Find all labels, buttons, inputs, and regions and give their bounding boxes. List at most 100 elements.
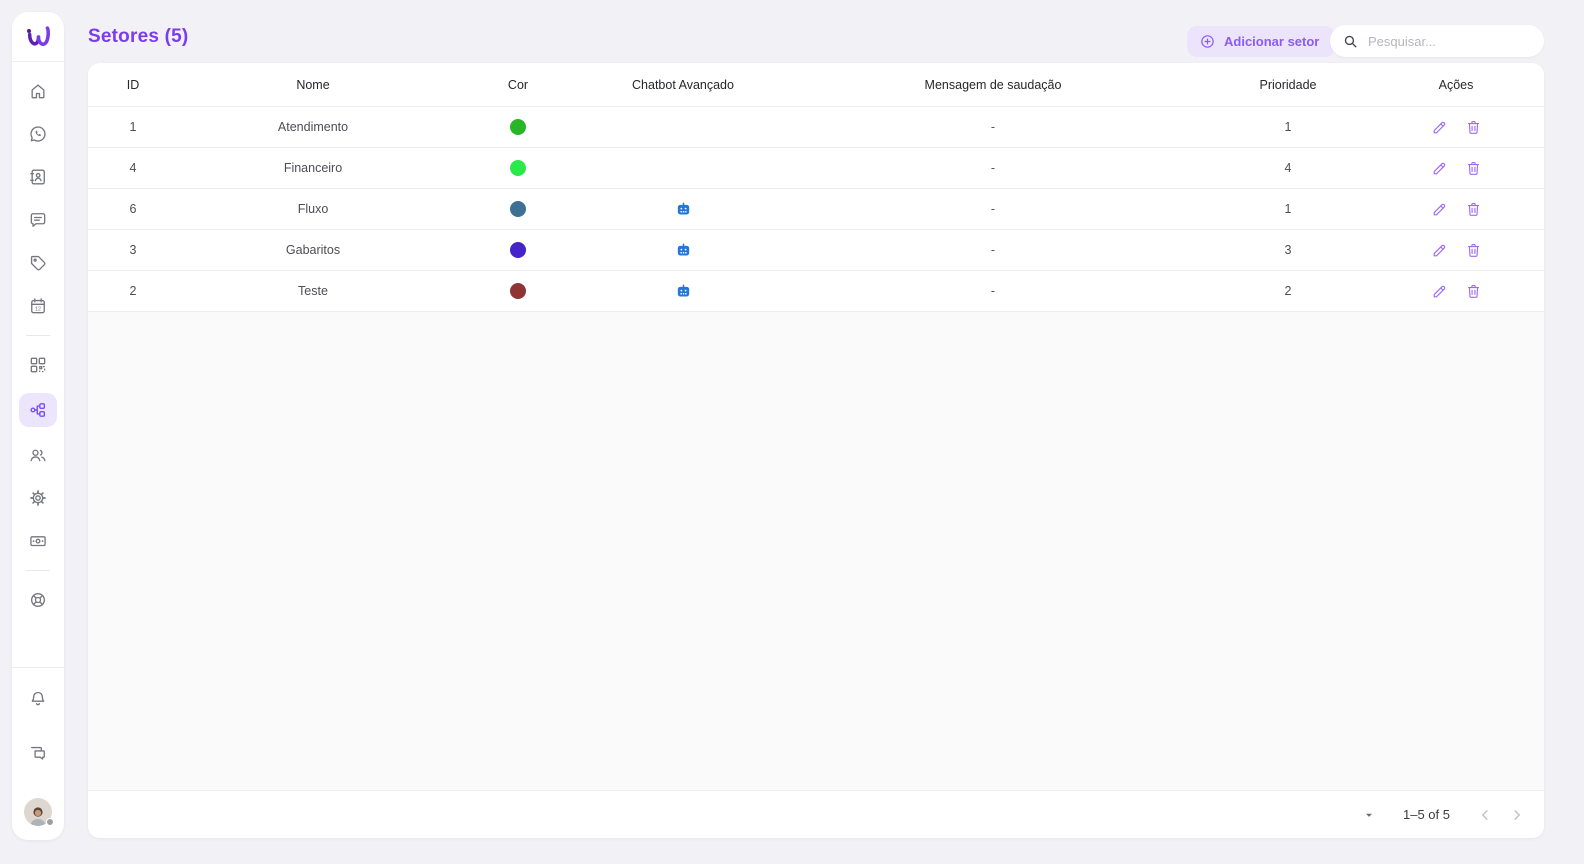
cell-prioridade: 2 bbox=[1208, 271, 1368, 311]
sidebar-item-support[interactable] bbox=[19, 585, 57, 615]
internal-chat-button[interactable] bbox=[19, 738, 57, 768]
sidebar-item-quick-replies[interactable] bbox=[19, 350, 57, 380]
color-dot bbox=[510, 283, 526, 299]
gear-icon bbox=[28, 488, 48, 508]
sidebar-divider bbox=[26, 335, 50, 336]
cell-id: 2 bbox=[88, 271, 178, 311]
sidebar-item-chats[interactable] bbox=[19, 205, 57, 235]
sidebar-item-settings[interactable] bbox=[19, 483, 57, 513]
brand-w-icon bbox=[23, 24, 53, 50]
cell-nome: Financeiro bbox=[178, 148, 448, 188]
cell-acoes bbox=[1368, 107, 1544, 147]
delete-button[interactable] bbox=[1463, 117, 1484, 138]
edit-button[interactable] bbox=[1429, 117, 1450, 138]
sidebar-item-home[interactable] bbox=[19, 76, 57, 106]
col-header-prioridade: Prioridade bbox=[1208, 63, 1368, 106]
qr-code-icon bbox=[28, 355, 48, 375]
cell-prioridade: 1 bbox=[1208, 107, 1368, 147]
cell-prioridade: 3 bbox=[1208, 230, 1368, 270]
edit-button[interactable] bbox=[1429, 240, 1450, 261]
sidebar-item-whatsapp[interactable] bbox=[19, 119, 57, 149]
cell-chatbot bbox=[588, 230, 778, 270]
robot-icon bbox=[675, 283, 692, 300]
cell-nome: Fluxo bbox=[178, 189, 448, 229]
col-header-chatbot: Chatbot Avançado bbox=[588, 63, 778, 106]
col-header-acoes: Ações bbox=[1368, 63, 1544, 106]
cell-cor bbox=[448, 148, 588, 188]
edit-button[interactable] bbox=[1429, 281, 1450, 302]
cell-cor bbox=[448, 230, 588, 270]
delete-button[interactable] bbox=[1463, 281, 1484, 302]
sidebar-item-contacts[interactable] bbox=[19, 162, 57, 192]
user-avatar[interactable] bbox=[24, 798, 52, 826]
page-title: Setores (5) bbox=[88, 26, 188, 48]
flow-hierarchy-icon bbox=[28, 400, 48, 420]
cell-cor bbox=[448, 189, 588, 229]
cell-prioridade: 4 bbox=[1208, 148, 1368, 188]
calendar-icon: 12 bbox=[28, 296, 48, 316]
cell-id: 6 bbox=[88, 189, 178, 229]
cell-cor bbox=[448, 107, 588, 147]
color-dot bbox=[510, 119, 526, 135]
table-row[interactable]: 2 Teste - 2 bbox=[88, 271, 1544, 312]
sidebar-item-users[interactable] bbox=[19, 440, 57, 470]
tag-icon bbox=[28, 253, 48, 273]
cell-id: 1 bbox=[88, 107, 178, 147]
home-icon bbox=[28, 81, 48, 101]
search-icon bbox=[1342, 33, 1359, 50]
sidebar-item-calendar[interactable]: 12 bbox=[19, 291, 57, 321]
cell-chatbot bbox=[588, 189, 778, 229]
delete-button[interactable] bbox=[1463, 158, 1484, 179]
cell-nome: Teste bbox=[178, 271, 448, 311]
color-dot bbox=[510, 201, 526, 217]
table-row[interactable]: 1 Atendimento - 1 bbox=[88, 107, 1544, 148]
add-sector-label: Adicionar setor bbox=[1224, 34, 1319, 49]
cell-chatbot bbox=[588, 148, 778, 188]
chevron-left-icon bbox=[1476, 806, 1494, 824]
cell-mensagem: - bbox=[778, 271, 1208, 311]
caret-down-icon bbox=[1361, 807, 1377, 823]
cell-mensagem: - bbox=[778, 107, 1208, 147]
add-sector-button[interactable]: Adicionar setor bbox=[1187, 26, 1335, 57]
col-header-nome: Nome bbox=[178, 63, 448, 106]
chevron-right-icon bbox=[1508, 806, 1526, 824]
next-page-button[interactable] bbox=[1508, 806, 1526, 824]
cell-mensagem: - bbox=[778, 230, 1208, 270]
delete-button[interactable] bbox=[1463, 199, 1484, 220]
svg-text:12: 12 bbox=[35, 306, 41, 312]
edit-button[interactable] bbox=[1429, 158, 1450, 179]
pagination-range: 1–5 of 5 bbox=[1403, 807, 1450, 822]
plus-circle-icon bbox=[1199, 33, 1216, 50]
search-input[interactable] bbox=[1368, 34, 1544, 49]
sidebar-item-tags[interactable] bbox=[19, 248, 57, 278]
sidebar-item-sectors[interactable] bbox=[19, 393, 57, 427]
table-row[interactable]: 6 Fluxo - 1 bbox=[88, 189, 1544, 230]
edit-button[interactable] bbox=[1429, 199, 1450, 220]
cell-mensagem: - bbox=[778, 189, 1208, 229]
delete-button[interactable] bbox=[1463, 240, 1484, 261]
previous-page-button[interactable] bbox=[1476, 806, 1494, 824]
table-row[interactable]: 4 Financeiro - 4 bbox=[88, 148, 1544, 189]
color-dot bbox=[510, 242, 526, 258]
notifications-button[interactable] bbox=[19, 684, 57, 714]
table-header-row: ID Nome Cor Chatbot Avançado Mensagem de… bbox=[88, 63, 1544, 107]
table-empty-area bbox=[88, 312, 1544, 790]
col-header-cor: Cor bbox=[448, 63, 588, 106]
app-logo[interactable] bbox=[12, 12, 64, 62]
rows-per-page-dropdown[interactable] bbox=[1361, 807, 1377, 823]
col-header-id: ID bbox=[88, 63, 178, 106]
robot-icon bbox=[675, 242, 692, 259]
sidebar-item-payments[interactable] bbox=[19, 526, 57, 556]
cell-nome: Atendimento bbox=[178, 107, 448, 147]
cell-id: 4 bbox=[88, 148, 178, 188]
cell-nome: Gabaritos bbox=[178, 230, 448, 270]
table-row[interactable]: 3 Gabaritos - 3 bbox=[88, 230, 1544, 271]
cell-mensagem: - bbox=[778, 148, 1208, 188]
contacts-book-icon bbox=[28, 167, 48, 187]
cell-acoes bbox=[1368, 230, 1544, 270]
lifebuoy-icon bbox=[28, 590, 48, 610]
cell-acoes bbox=[1368, 189, 1544, 229]
color-dot bbox=[510, 160, 526, 176]
robot-icon bbox=[675, 201, 692, 218]
sectors-table: ID Nome Cor Chatbot Avançado Mensagem de… bbox=[88, 63, 1544, 838]
